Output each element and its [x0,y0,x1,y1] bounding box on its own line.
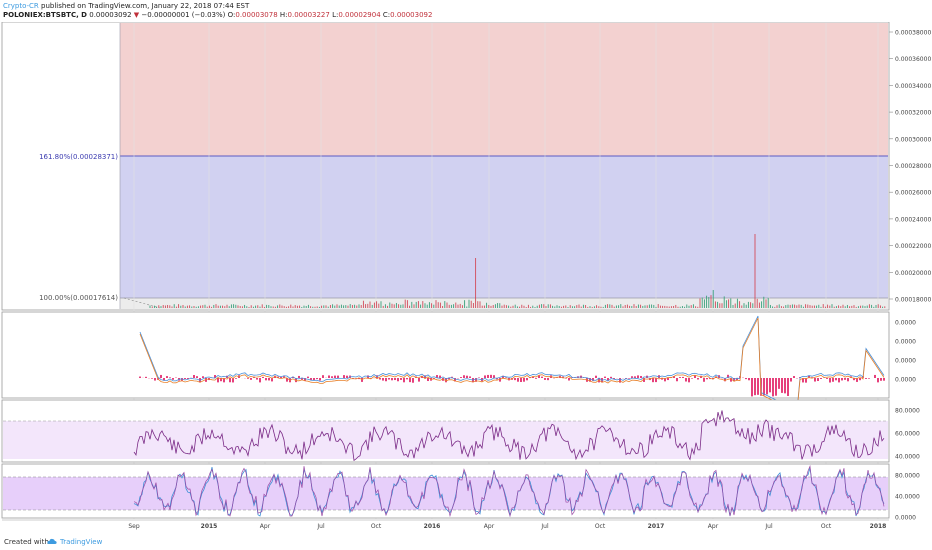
price-tick-label: 0.00038000 [895,30,931,37]
fib-zone-lower [120,156,888,298]
ohlc-line: POLONIEX:BTSBTC, D 0.00003092 ▼ −0.00000… [3,11,432,20]
rsi-tick-label: 60.0000 [895,431,920,438]
price-tick-label: 0.00018000 [895,297,931,304]
time-tick-label: Apr [484,523,495,530]
time-tick-label: 2018 [870,523,887,530]
author-link[interactable]: Crypto-CR [3,2,39,10]
stoch-axis: 80.0000 40.0000 0.0000 [895,473,920,522]
stoch-tick-label: 40.0000 [895,494,920,501]
fib-label-100: 100.00%(0.00017614) [39,294,118,302]
symbol-label[interactable]: POLONIEX:BTSBTC, D [3,11,87,19]
price-tick-label: 0.00028000 [895,163,931,170]
last-price: 0.00003092 [89,11,132,19]
price-tick-label: 0.00024000 [895,216,931,223]
price-axis: 0.00038000 0.00036000 0.00034000 0.00032000… [889,30,931,304]
high-label: H: [279,11,288,19]
time-tick-label: Jul [764,523,773,530]
chart-header: Crypto-CR published on TradingView.com, … [0,0,932,22]
time-tick-label: Oct [595,523,606,530]
macd-tick-label: 0.0000 [895,358,916,365]
price-tick-label: 0.00034000 [895,83,931,90]
time-tick-label: Apr [708,523,719,530]
fib-label-1618: 161.80%(0.00028371) [39,153,118,161]
open-value: 0.00003078 [235,11,278,19]
time-tick-label: 2016 [424,523,441,530]
stoch-tick-label: 80.0000 [895,473,920,480]
macd-tick-label: 0.0000 [895,339,916,346]
macd-axis: 0.0000 0.0000 0.0000 0.0000 [895,320,916,384]
publish-line: Crypto-CR published on TradingView.com, … [3,2,249,11]
macd-pane[interactable] [1,311,890,399]
footer: Created with TradingView [0,534,932,550]
price-tick-label: 0.00036000 [895,56,931,63]
down-arrow-icon: ▼ [133,11,140,19]
time-tick-label: 2015 [201,523,218,530]
stoch-tick-label: 0.0000 [895,515,916,522]
created-with-text: Created with [4,538,49,546]
time-tick-label: Apr [260,523,271,530]
macd-tick-label: 0.0000 [895,320,916,327]
price-tick-label: 0.00020000 [895,270,931,277]
rsi-axis: 80.0000 60.0000 40.0000 [895,408,920,461]
price-tick-label: 0.00032000 [895,110,931,117]
time-tick-label: Jul [540,523,549,530]
time-tick-label: Jul [316,523,325,530]
high-value: 0.00003227 [287,11,330,19]
published-text: published on TradingView.com, January 22… [41,2,250,10]
time-tick-label: Sep [128,523,140,530]
time-tick-label: 2017 [648,523,665,530]
fib-zone-upper [120,23,888,156]
time-tick-label: Oct [371,523,382,530]
tradingview-cloud-icon[interactable] [47,536,57,546]
price-change: −0.00000001 (−0.03%) [141,11,226,19]
time-tick-label: Oct [821,523,832,530]
time-axis: Sep 2015 Apr Jul Oct 2016 Apr Jul Oct 2017 Apr Jul O… [128,523,886,530]
macd-tick-label: 0.0000 [895,377,916,384]
rsi-tick-label: 80.0000 [895,408,920,415]
tradingview-brand[interactable]: TradingView [60,538,102,546]
price-tick-label: 0.00026000 [895,190,931,197]
rsi-tick-label: 40.0000 [895,454,920,461]
chart-area[interactable]: 161.80%(0.00028371) 100.00%(0.00017614) … [0,22,932,534]
price-tick-label: 0.00030000 [895,136,931,143]
low-value: 0.00002904 [338,11,381,19]
close-value: 0.00003092 [390,11,433,19]
price-tick-label: 0.00022000 [895,243,931,250]
